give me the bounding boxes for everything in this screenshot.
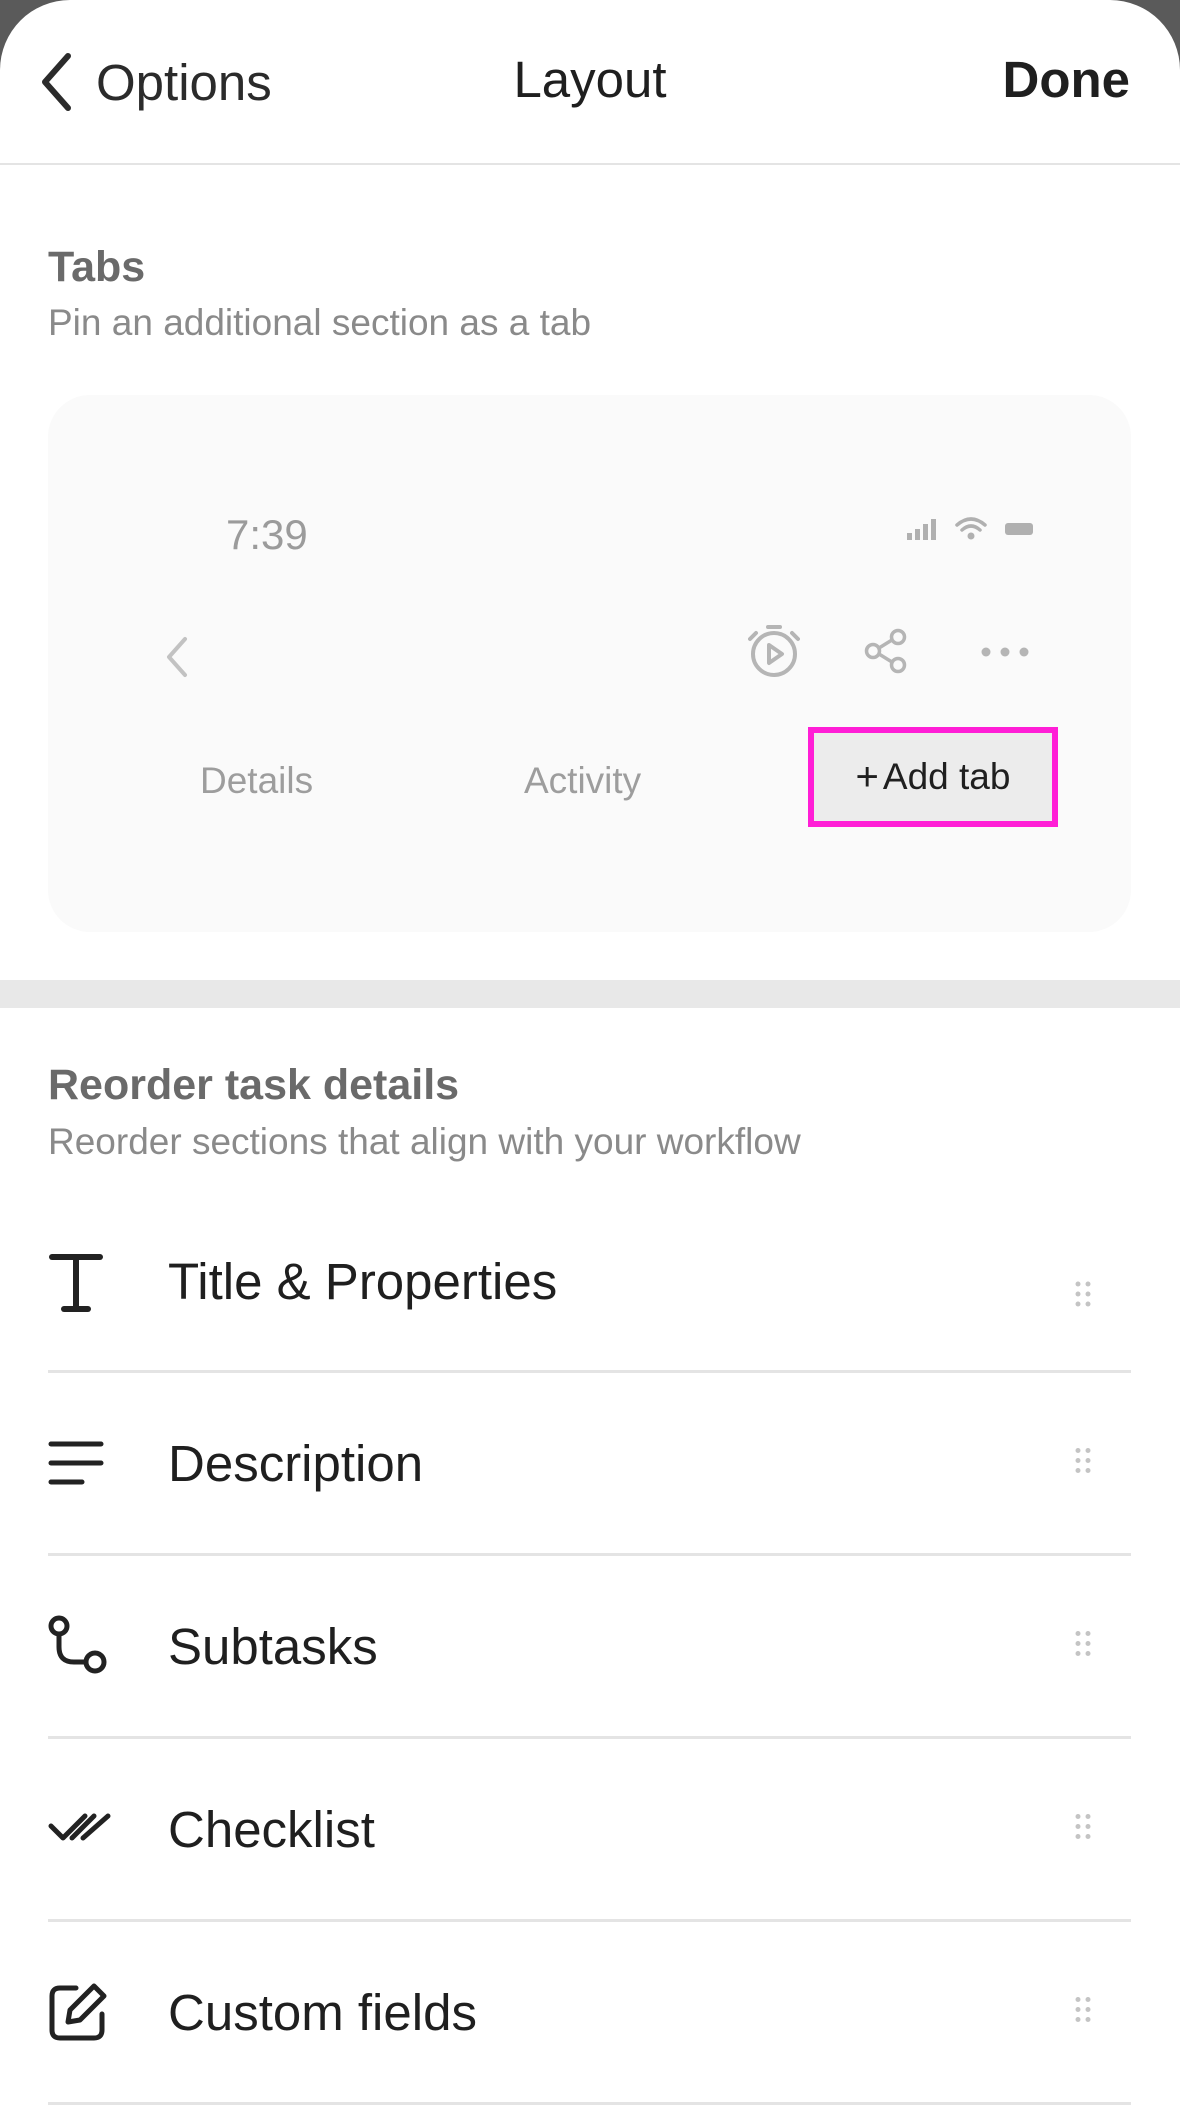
drag-handle-icon[interactable] <box>1075 1281 1091 1312</box>
reorder-item-label: Title & Properties <box>168 1253 558 1310</box>
preview-status-time: 7:39 <box>226 511 308 558</box>
add-tab-label: Add tab <box>882 756 1011 797</box>
drag-handle-icon[interactable] <box>1075 1631 1091 1662</box>
chevron-left-icon <box>40 52 74 112</box>
reorder-item-label: Checklist <box>168 1800 375 1858</box>
preview-tab-details: Details <box>200 760 314 801</box>
nav-header: Options Layout Done <box>0 0 1180 165</box>
tabs-section-subtitle: Pin an additional section as a tab <box>48 302 592 343</box>
double-check-icon <box>48 1812 168 1846</box>
preview-tab-activity: Activity <box>524 760 642 801</box>
reorder-item-checklist[interactable]: Checklist <box>48 1739 1131 1922</box>
lines-icon <box>48 1440 168 1486</box>
reorder-item-label: Description <box>168 1434 424 1492</box>
reorder-item-title-properties[interactable]: Title & Properties <box>48 1237 1131 1373</box>
layout-sheet: Options Layout Done Tabs Pin an addition… <box>0 0 1180 2114</box>
reorder-list: Title & Properties Description Subtasks … <box>48 1237 1131 2105</box>
reorder-section-title: Reorder task details <box>48 1061 460 1109</box>
preview-back-chevron-icon <box>164 635 190 684</box>
reorder-item-label: Subtasks <box>168 1617 378 1675</box>
edit-square-icon <box>48 1982 168 2042</box>
reorder-item-label: Custom fields <box>168 1983 477 2041</box>
reorder-item-custom-fields[interactable]: Custom fields <box>48 1922 1131 2105</box>
reorder-section-subtitle: Reorder sections that align with your wo… <box>48 1121 801 1162</box>
more-icon <box>980 645 1030 663</box>
back-label: Options <box>96 53 272 111</box>
tabs-preview-card: 7:39 Details Activity + Add tab <box>48 395 1131 932</box>
drag-handle-icon[interactable] <box>1075 1997 1091 2028</box>
reorder-item-description[interactable]: Description <box>48 1373 1131 1556</box>
section-divider <box>0 980 1180 1008</box>
battery-icon <box>1005 521 1035 542</box>
wifi-icon <box>955 517 987 546</box>
done-button[interactable]: Done <box>1003 50 1131 109</box>
signal-icon <box>907 518 937 545</box>
text-icon <box>48 1252 168 1314</box>
add-tab-button[interactable]: + Add tab <box>808 727 1058 827</box>
reorder-item-subtasks[interactable]: Subtasks <box>48 1556 1131 1739</box>
back-button[interactable]: Options <box>40 52 272 112</box>
preview-status-icons <box>907 517 1035 546</box>
share-icon <box>864 628 908 679</box>
drag-handle-icon[interactable] <box>1075 1448 1091 1479</box>
subtasks-icon <box>48 1615 168 1677</box>
plus-icon: + <box>855 754 879 799</box>
drag-handle-icon[interactable] <box>1075 1814 1091 1845</box>
preview-action-icons <box>748 623 1030 684</box>
tabs-section-title: Tabs <box>48 243 146 291</box>
timer-play-icon <box>748 623 800 684</box>
